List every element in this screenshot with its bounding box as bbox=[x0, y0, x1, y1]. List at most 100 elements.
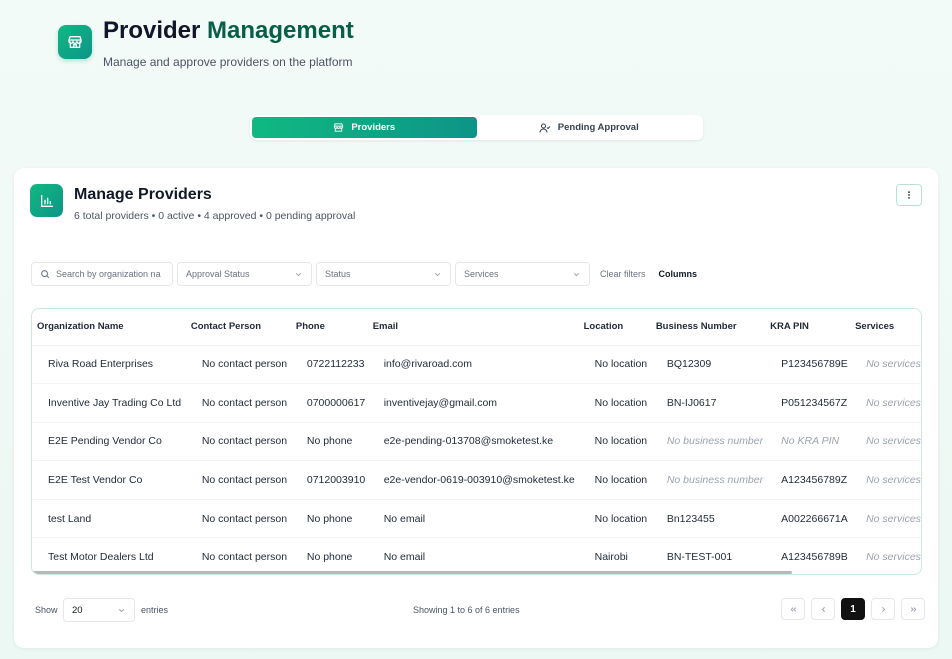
page-button-current[interactable]: 1 bbox=[841, 598, 865, 620]
table-cell: E2E Test Vendor Co bbox=[32, 460, 186, 500]
table-cell: A123456789B bbox=[765, 537, 851, 574]
table-cell: No contact person bbox=[185, 499, 291, 539]
user-check-icon bbox=[539, 123, 551, 133]
previous-page-button[interactable] bbox=[811, 598, 835, 620]
provider-summary: 6 total providers • 0 active • 4 approve… bbox=[74, 210, 356, 222]
table-cell: inventivejay@gmail.com bbox=[367, 383, 579, 423]
store-icon bbox=[58, 25, 92, 59]
page-size-value: 20 bbox=[72, 604, 83, 616]
columns-button[interactable]: Columns bbox=[659, 269, 698, 279]
page-title-main: Provider bbox=[103, 17, 201, 44]
page-title: Provider Management bbox=[103, 16, 354, 46]
table-cell: No contact person bbox=[185, 383, 291, 423]
last-page-button[interactable] bbox=[901, 598, 925, 620]
next-page-button[interactable] bbox=[871, 598, 895, 620]
table-row[interactable]: Riva Road Enterprises No contact person 07… bbox=[32, 345, 921, 385]
table-row[interactable]: E2E Pending Vendor Co No contact person No… bbox=[32, 422, 921, 462]
table-cell: A002266671A bbox=[765, 499, 851, 539]
bar-chart-icon bbox=[30, 184, 63, 217]
chevron-down-icon bbox=[118, 608, 125, 612]
table-cell: No email bbox=[367, 499, 579, 539]
table-cell: No contact person bbox=[185, 537, 291, 574]
table-cell: e2e-vendor-0619-003910@smoketest.ke bbox=[367, 460, 579, 500]
table-cell: 0712003910 bbox=[290, 460, 368, 500]
status-label: Status bbox=[325, 269, 351, 279]
providers-card: Manage Providers 6 total providers • 0 a… bbox=[14, 168, 938, 648]
chevrons-right-icon bbox=[910, 606, 916, 612]
table-cell: Test Motor Dealers Ltd bbox=[32, 537, 186, 574]
tab-providers-label: Providers bbox=[351, 122, 396, 133]
table-cell: No location bbox=[578, 460, 651, 500]
page-title-accent: Management bbox=[207, 17, 354, 44]
chevron-left-icon bbox=[821, 606, 825, 612]
more-options-button[interactable] bbox=[896, 184, 922, 206]
table-cell: BN-TEST-001 bbox=[650, 537, 766, 574]
showing-entries-text: Showing 1 to 6 of 6 entries bbox=[413, 605, 520, 615]
search-placeholder: Search by organization na bbox=[56, 269, 161, 279]
table-cell: No business number bbox=[650, 422, 766, 462]
table-cell: No services bbox=[850, 345, 921, 385]
table-cell: No business number bbox=[650, 460, 766, 500]
table-cell: P123456789E bbox=[765, 345, 851, 385]
first-page-button[interactable] bbox=[781, 598, 805, 620]
column-header[interactable]: Services bbox=[850, 309, 921, 346]
table-cell: No location bbox=[578, 499, 651, 539]
table-cell: No contact person bbox=[185, 422, 291, 462]
column-header[interactable]: Organization Name bbox=[32, 309, 186, 346]
table-cell: No contact person bbox=[185, 460, 291, 500]
table-cell: Inventive Jay Trading Co Ltd bbox=[32, 383, 186, 423]
table-cell: P051234567Z bbox=[765, 383, 851, 423]
approval-status-label: Approval Status bbox=[186, 269, 250, 279]
show-label: Show bbox=[35, 605, 58, 615]
filter-bar: Search by organization na Approval Statu… bbox=[31, 262, 697, 286]
table-row[interactable]: E2E Test Vendor Co No contact person 07120… bbox=[32, 460, 921, 500]
column-header[interactable]: Email bbox=[367, 309, 579, 346]
view-tabs: Providers Pending Approval bbox=[250, 115, 703, 140]
more-vertical-icon bbox=[908, 191, 910, 199]
column-header[interactable]: Contact Person bbox=[185, 309, 291, 346]
card-title: Manage Providers bbox=[74, 186, 212, 203]
chevron-down-icon bbox=[573, 272, 580, 276]
chevron-right-icon bbox=[881, 606, 885, 612]
table-cell: 0700000617 bbox=[290, 383, 368, 423]
services-label: Services bbox=[464, 269, 499, 279]
tab-pending-approval-label: Pending Approval bbox=[557, 122, 639, 133]
table-cell: No location bbox=[578, 345, 651, 385]
services-select[interactable]: Services bbox=[455, 262, 590, 286]
horizontal-scrollbar[interactable] bbox=[32, 571, 792, 574]
search-input[interactable]: Search by organization na bbox=[31, 262, 173, 286]
table-cell: Nairobi bbox=[578, 537, 651, 574]
providers-table: Organization Name Contact Person Phone E… bbox=[31, 308, 922, 575]
column-header[interactable]: Location bbox=[578, 309, 651, 346]
tab-providers[interactable]: Providers bbox=[252, 117, 477, 138]
table-header-row: Organization Name Contact Person Phone E… bbox=[32, 309, 921, 346]
page-size-select[interactable]: 20 bbox=[63, 598, 135, 622]
table-cell: No phone bbox=[290, 499, 368, 539]
table-cell: 0722112233 bbox=[290, 345, 368, 385]
chevrons-left-icon bbox=[790, 606, 796, 612]
table-row[interactable]: test Land No contact person No phone No ema… bbox=[32, 499, 921, 539]
entries-label: entries bbox=[141, 605, 169, 615]
table-cell: Riva Road Enterprises bbox=[32, 345, 186, 385]
column-header[interactable]: KRA PIN bbox=[765, 309, 851, 346]
clear-filters-button[interactable]: Clear filters bbox=[600, 269, 646, 279]
table-cell: No KRA PIN bbox=[765, 422, 851, 462]
store-icon bbox=[334, 123, 344, 132]
table-row[interactable]: Test Motor Dealers Ltd No contact person N… bbox=[32, 537, 921, 574]
column-header[interactable]: Business Number bbox=[650, 309, 766, 346]
table-cell: No location bbox=[578, 383, 651, 423]
search-icon bbox=[41, 270, 50, 279]
table-cell: No contact person bbox=[185, 345, 291, 385]
table-cell: BN-IJ0617 bbox=[650, 383, 766, 423]
table-cell: No services bbox=[850, 499, 921, 539]
status-select[interactable]: Status bbox=[316, 262, 451, 286]
column-header[interactable]: Phone bbox=[290, 309, 368, 346]
table-cell: No phone bbox=[290, 422, 368, 462]
tab-pending-approval[interactable]: Pending Approval bbox=[477, 117, 702, 138]
table-cell: No phone bbox=[290, 537, 368, 574]
table-cell: No email bbox=[367, 537, 579, 574]
table-cell: test Land bbox=[32, 499, 186, 539]
table-row[interactable]: Inventive Jay Trading Co Ltd No contact p… bbox=[32, 383, 921, 423]
table-cell: No services bbox=[850, 422, 921, 462]
approval-status-select[interactable]: Approval Status bbox=[177, 262, 312, 286]
